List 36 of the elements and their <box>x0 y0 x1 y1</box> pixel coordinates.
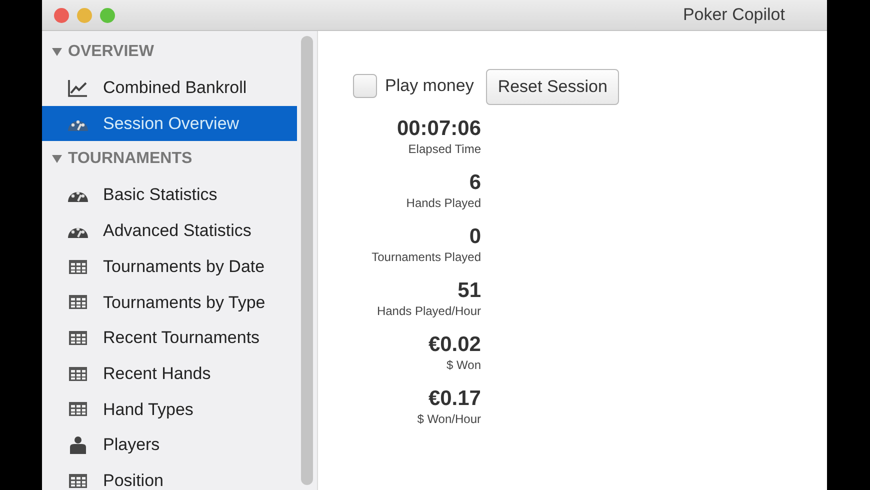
stat-value: 00:07:06 <box>396 116 481 140</box>
close-button[interactable] <box>54 8 69 22</box>
sidebar-item[interactable]: Session Overview <box>42 106 297 142</box>
sidebar-item[interactable]: Tournaments by Date <box>42 248 297 284</box>
reset-session-button[interactable]: Reset Session <box>486 69 620 105</box>
sidebar-item[interactable]: Basic Statistics <box>42 177 297 214</box>
line-chart-icon <box>67 78 89 98</box>
stat-value: €0.17 <box>427 387 481 410</box>
stat-label: $ Won/Hour <box>416 411 481 428</box>
person-icon <box>67 435 89 456</box>
zoom-button[interactable] <box>100 8 115 22</box>
section-header[interactable]: TOURNAMENTS <box>42 141 297 178</box>
sidebar-item[interactable]: Hand Types <box>42 392 297 428</box>
sidebar-item[interactable]: Recent Hands <box>42 356 297 392</box>
sidebar-item[interactable]: Advanced Statistics <box>42 213 297 249</box>
stat-value: €0.02 <box>427 333 481 356</box>
stat-label: Elapsed Time <box>407 140 481 158</box>
sidebar-item[interactable]: Position <box>42 462 297 490</box>
scrollbar-thumb[interactable] <box>301 36 313 485</box>
section-header[interactable]: OVERVIEW <box>42 34 297 70</box>
sidebar-item[interactable]: Tournaments by Type <box>42 284 297 320</box>
stat-label: $ Won <box>446 357 481 374</box>
play-money-checkbox[interactable]: Play money <box>353 73 474 98</box>
collapse-triangle-icon[interactable] <box>52 47 62 57</box>
sidebar-item[interactable]: Players <box>42 427 297 463</box>
sidebar-item[interactable]: Combined Bankroll <box>42 70 297 106</box>
sidebar-item[interactable]: Recent Tournaments <box>42 320 297 356</box>
collapse-triangle-icon[interactable] <box>52 154 62 164</box>
minimize-button[interactable] <box>77 8 92 22</box>
stat-value: 0 <box>468 224 481 248</box>
stat-value: 6 <box>468 170 481 194</box>
stat-label: Hands Played/Hour <box>376 303 481 320</box>
stat-label: Tournaments Played <box>370 249 481 266</box>
stat-label: Hands Played <box>405 194 481 212</box>
window-title: Poker Copilot <box>682 4 785 26</box>
stat-value: 51 <box>456 279 481 302</box>
